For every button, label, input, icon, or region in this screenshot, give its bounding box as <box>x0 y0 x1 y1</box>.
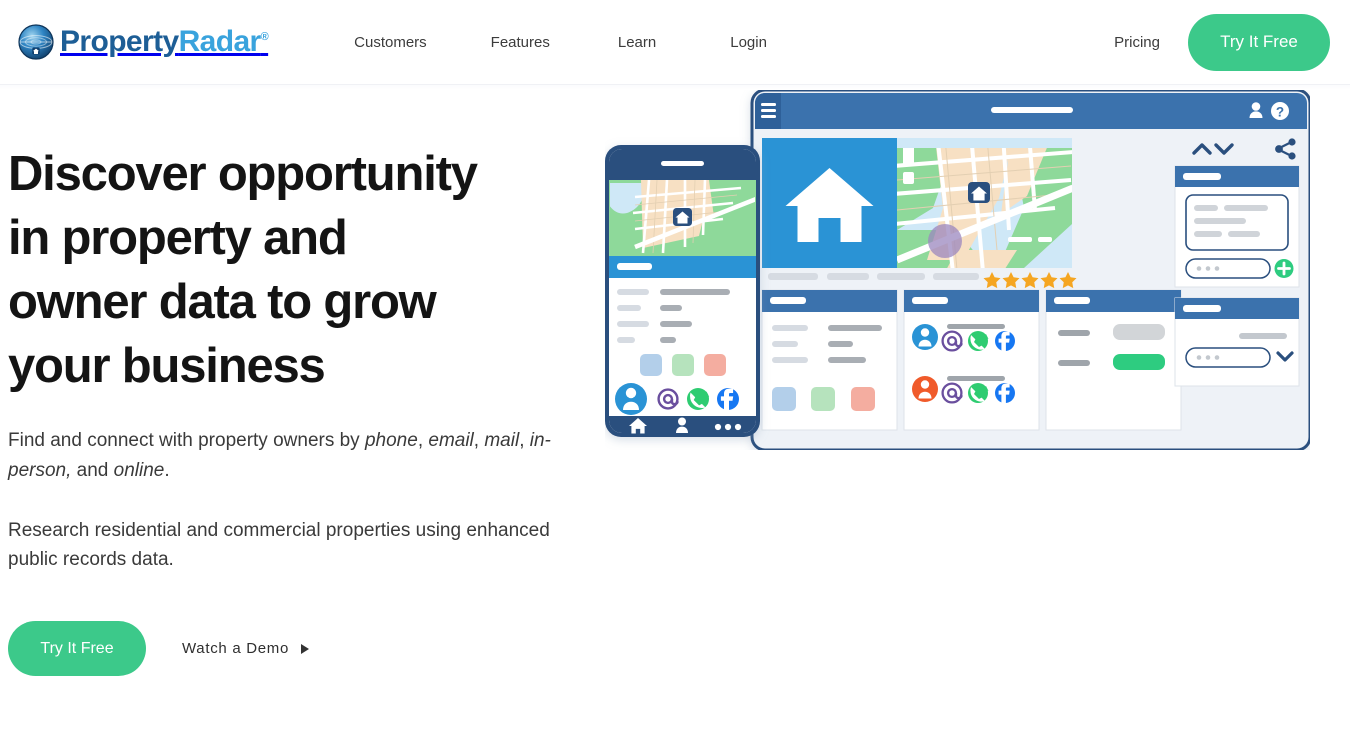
hero-sub-and: and <box>71 460 114 481</box>
dashboard-card-contacts[interactable] <box>903 289 1040 431</box>
header-try-it-free-button[interactable]: Try It Free <box>1188 13 1330 71</box>
map-highlight-circle <box>928 224 962 258</box>
logo-text: PropertyRadar® <box>60 25 269 58</box>
hamburger-menu-icon[interactable] <box>761 103 776 118</box>
action-chip-grey <box>1113 324 1165 340</box>
nav-item-learn[interactable]: Learn <box>618 24 656 61</box>
hero-text-column: Discover opportunity in property and own… <box>0 85 600 730</box>
dashboard-sidebar <box>1174 138 1300 387</box>
desktop-dashboard-mockup: ? <box>750 90 1310 450</box>
color-swatch-blue <box>772 387 796 411</box>
dashboard-card-actions[interactable] <box>1045 289 1182 431</box>
svg-text:?: ? <box>1276 104 1284 119</box>
hero-illustration-column: ? <box>600 85 1350 730</box>
color-swatch-red <box>704 354 726 376</box>
hero-sub-period: . <box>164 460 170 481</box>
home-pin-icon[interactable] <box>673 208 692 226</box>
hero-sub-email: email <box>428 430 474 451</box>
hero-sub-sep-1: , <box>417 430 429 451</box>
person-avatar-icon <box>615 383 647 415</box>
page-title: Discover opportunity in property and own… <box>8 142 568 398</box>
hero-sub-lead: Find and connect with property owners by <box>8 430 365 451</box>
hero-title-line-3: owner data to grow <box>8 275 437 329</box>
main-navigation: Customers Features Learn Login <box>354 24 767 61</box>
color-swatch-blue <box>640 354 662 376</box>
color-swatch-green <box>672 354 694 376</box>
home-pin-icon[interactable] <box>968 182 990 203</box>
plus-circle-icon[interactable] <box>1274 259 1294 278</box>
house-tile[interactable] <box>762 138 897 268</box>
nav-item-features[interactable]: Features <box>491 24 550 61</box>
hero-sub-online: online <box>113 460 165 481</box>
color-swatch-red <box>851 387 875 411</box>
header-right-group: Pricing Try It Free <box>1114 13 1350 71</box>
hero-sub-phone: phone <box>364 430 418 451</box>
hero-sub-sep-2: , <box>473 430 485 451</box>
nav-item-customers[interactable]: Customers <box>354 24 427 61</box>
hero-section: Discover opportunity in property and own… <box>0 85 1350 730</box>
action-chip-green <box>1113 354 1165 370</box>
site-header: PropertyRadar® Customers Features Learn … <box>0 0 1350 90</box>
mobile-phone-mockup <box>605 145 760 437</box>
logo-word-radar: Radar <box>178 25 262 58</box>
phone-map[interactable] <box>609 180 756 256</box>
property-app-illustration: ? <box>605 90 1310 450</box>
hero-subtitle: Find and connect with property owners by… <box>8 426 553 486</box>
speaker-bar <box>661 161 704 166</box>
logo-link[interactable]: PropertyRadar® <box>18 24 269 60</box>
logo-word-property: Property <box>60 25 179 58</box>
color-swatch-green <box>811 387 835 411</box>
hero-sub-mail: mail <box>484 430 520 451</box>
hero-cta-group: Try It Free Watch a Demo <box>8 621 600 676</box>
more-dots-icon[interactable] <box>714 423 742 431</box>
dashboard-card-details[interactable] <box>761 289 898 431</box>
map-panel[interactable] <box>893 134 1073 272</box>
globe-radar-icon <box>18 24 54 60</box>
watch-a-demo-link[interactable]: Watch a Demo <box>182 640 310 657</box>
hero-sub-sep-3: , <box>519 430 530 451</box>
play-triangle-icon <box>301 643 310 654</box>
hero-title-line-2: in property and <box>8 211 348 265</box>
hero-paragraph-2: Research residential and commercial prop… <box>8 520 550 570</box>
help-question-icon[interactable]: ? <box>1271 102 1289 120</box>
hero-title-line-4: your business <box>8 339 326 393</box>
nav-item-pricing[interactable]: Pricing <box>1114 24 1160 61</box>
watch-a-demo-label: Watch a Demo <box>182 640 290 657</box>
nav-item-login[interactable]: Login <box>730 24 767 61</box>
hero-try-it-free-button[interactable]: Try It Free <box>8 621 146 676</box>
dashboard-title-placeholder <box>991 107 1073 113</box>
logo-registered-mark: ® <box>260 31 269 43</box>
hero-title-line-1: Discover opportunity <box>8 147 478 201</box>
